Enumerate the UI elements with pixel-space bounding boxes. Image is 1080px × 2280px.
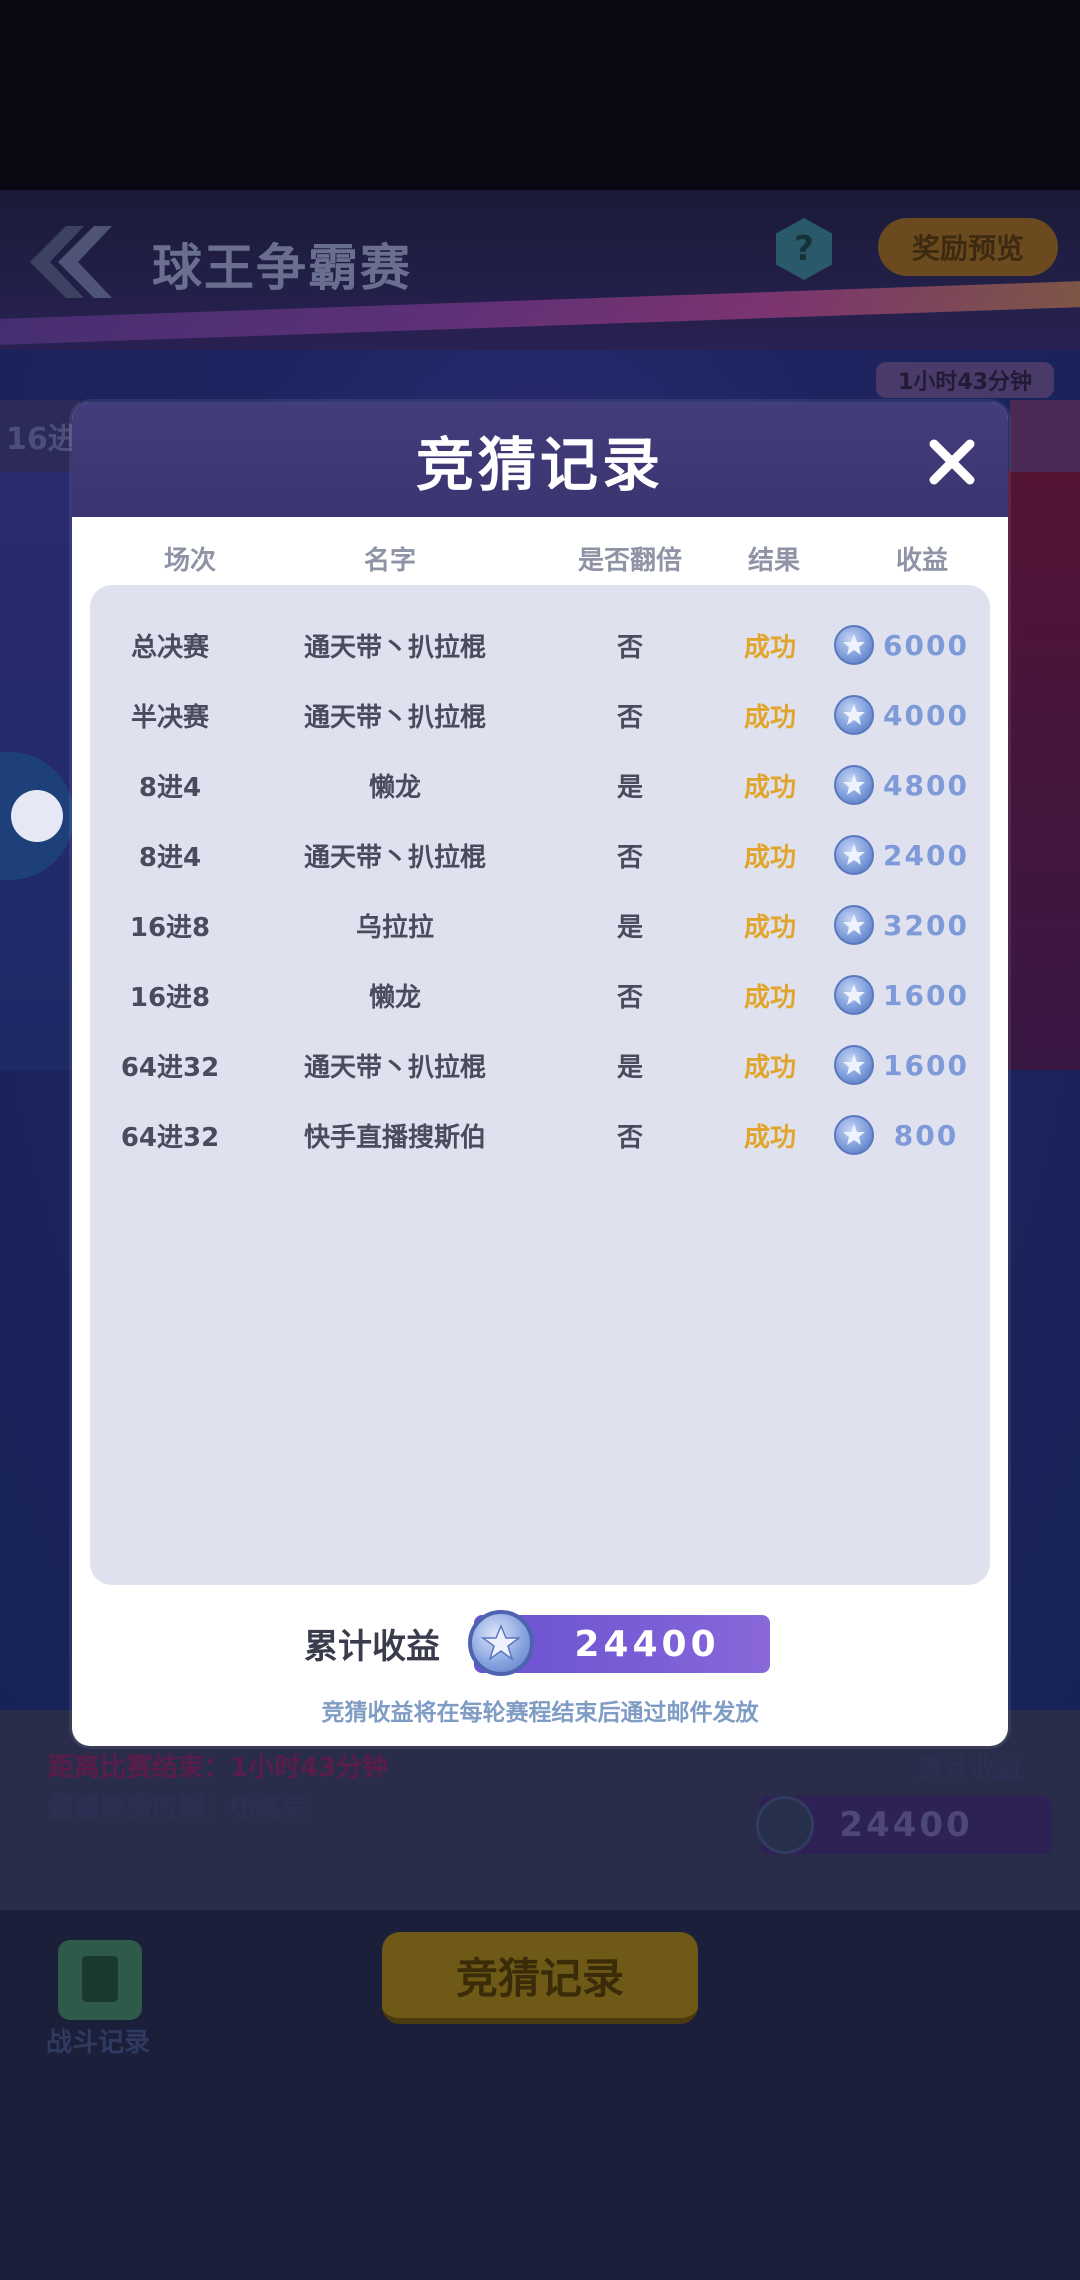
cell-round: 16进8: [129, 982, 211, 1013]
guess-info: 距离比赛结束：1小时43分钟 竞猜剩余时间：已结束 普通竞猜次数：0/1 翻倍竞…: [48, 1748, 389, 1823]
star-coin-icon: [834, 625, 874, 665]
question-icon: ?: [794, 229, 814, 269]
income-value: 6000: [883, 628, 969, 662]
reward-preview-button[interactable]: 奖励预览: [878, 218, 1058, 276]
cell-doubled: 否: [616, 982, 643, 1013]
cell-income: 6000: [834, 610, 984, 680]
star-coin-icon: [834, 975, 874, 1015]
mail-note: 竞猜收益将在每轮赛程结束后通过邮件发放: [321, 1700, 759, 1726]
timer-pill: 1小时43分钟: [876, 362, 1054, 398]
cell-name: 快手直播搜斯伯: [303, 1122, 486, 1153]
star-coin-icon: [834, 695, 874, 735]
income-value: 800: [893, 1118, 959, 1152]
record-table[interactable]: 总决赛 通天带丶扒拉棍否成功 6000 半决赛 通天带丶扒拉棍否成功 4000 8进4 懒龙是…: [90, 585, 990, 1585]
column-header-result: 结果: [747, 545, 800, 576]
income-value: 1600: [883, 1048, 969, 1082]
deadline-text: 距离比赛结束：1小时43分钟: [48, 1753, 389, 1783]
round-tab-16[interactable]: 16进: [0, 400, 80, 472]
table-row: 64进32 通天带丶扒拉棍 是 成功 1600: [90, 1030, 990, 1100]
page-title: 球王争霸赛: [152, 239, 412, 297]
guess-record-button[interactable]: 竞猜记录: [382, 1932, 698, 2024]
cell-income: 4800: [834, 750, 984, 820]
cell-round: 16进8: [129, 912, 211, 943]
income-value: 2400: [883, 838, 969, 872]
cell-doubled: 否: [616, 702, 643, 733]
cell-income: 1600: [834, 960, 984, 1030]
income-value: 3200: [883, 908, 969, 942]
cell-income: 3200: [834, 890, 984, 960]
table-row: 8进4 通天带丶扒拉棍 否 成功 2400: [90, 820, 990, 890]
cell-doubled: 否: [616, 1122, 643, 1153]
cell-result: 成功: [743, 912, 796, 943]
table-row: 半决赛 通天带丶扒拉棍 否 成功 4000: [90, 680, 990, 750]
total-income-label: 累计收益: [304, 1626, 440, 1667]
round-tab-right[interactable]: [1010, 400, 1080, 472]
battle-record-label[interactable]: 战斗记录: [46, 2022, 150, 2059]
cell-name: 乌拉拉: [355, 912, 434, 943]
close-icon: [929, 439, 975, 485]
close-button[interactable]: [924, 434, 980, 490]
star-coin-icon: [834, 1115, 874, 1155]
cell-doubled: 是: [616, 772, 643, 803]
guess-record-modal: 竞猜记录 场次 名字 是否翻倍 结果 收益 总决赛 通天带丶扒拉棍否成功 6000 半…: [72, 402, 1008, 1746]
income-value: 4800: [883, 768, 969, 802]
cell-round: 8进4: [138, 842, 202, 873]
cell-doubled: 否: [616, 632, 643, 663]
star-coin-icon: [756, 1796, 814, 1854]
column-header-doubled: 是否翻倍: [577, 545, 682, 576]
cell-income: 1600: [834, 1030, 984, 1100]
cell-round: 8进4: [138, 772, 202, 803]
cell-income: 2400: [834, 820, 984, 890]
cell-income: 4000: [834, 680, 984, 750]
column-header-name: 名字: [363, 545, 416, 576]
back-button[interactable]: [22, 222, 118, 302]
cell-doubled: 否: [616, 842, 643, 873]
table-row: 8进4 懒龙 是 成功 4800: [90, 750, 990, 820]
column-header-round: 场次: [163, 545, 216, 576]
cell-result: 成功: [743, 982, 796, 1013]
cell-result: 成功: [743, 702, 796, 733]
table-row: 64进32 快手直播搜斯伯 否 成功 800: [90, 1100, 990, 1170]
cell-name: 懒龙: [368, 982, 421, 1013]
document-icon[interactable]: [58, 1940, 142, 2020]
cell-result: 成功: [743, 842, 796, 873]
star-coin-icon: [834, 835, 874, 875]
star-coin-icon: [834, 905, 874, 945]
table-row: 16进8 懒龙 否 成功 1600: [90, 960, 990, 1030]
cell-doubled: 是: [616, 1052, 643, 1083]
modal-title: 竞猜记录: [415, 430, 664, 499]
bg-cumulative-label: 累计收益: [918, 1754, 1023, 1784]
back-arrow-icon: [30, 226, 112, 298]
cell-result: 成功: [743, 1122, 796, 1153]
cell-result: 成功: [743, 772, 796, 803]
cell-round: 64进32: [120, 1122, 220, 1153]
cell-round: 64进32: [120, 1052, 220, 1083]
cell-name: 通天带丶扒拉棍: [303, 702, 486, 733]
cell-name: 通天带丶扒拉棍: [303, 1052, 486, 1083]
star-coin-icon: [834, 765, 874, 805]
income-value: 4000: [883, 698, 969, 732]
table-row: 16进8 乌拉拉 是 成功 3200: [90, 890, 990, 960]
cell-name: 通天带丶扒拉棍: [303, 842, 486, 873]
cell-result: 成功: [743, 632, 796, 663]
cell-round: 半决赛: [130, 702, 209, 733]
cell-round: 总决赛: [130, 632, 209, 663]
table-row: 总决赛 通天带丶扒拉棍 否 成功 6000: [90, 610, 990, 680]
cell-name: 懒龙: [368, 772, 421, 803]
cell-name: 通天带丶扒拉棍: [303, 632, 486, 663]
cell-result: 成功: [743, 1052, 796, 1083]
cell-doubled: 是: [616, 912, 643, 943]
star-coin-icon: [468, 1610, 534, 1676]
star-coin-icon: [834, 1045, 874, 1085]
income-value: 1600: [883, 978, 969, 1012]
column-header-income: 收益: [895, 545, 948, 576]
cell-income: 800: [834, 1100, 984, 1170]
